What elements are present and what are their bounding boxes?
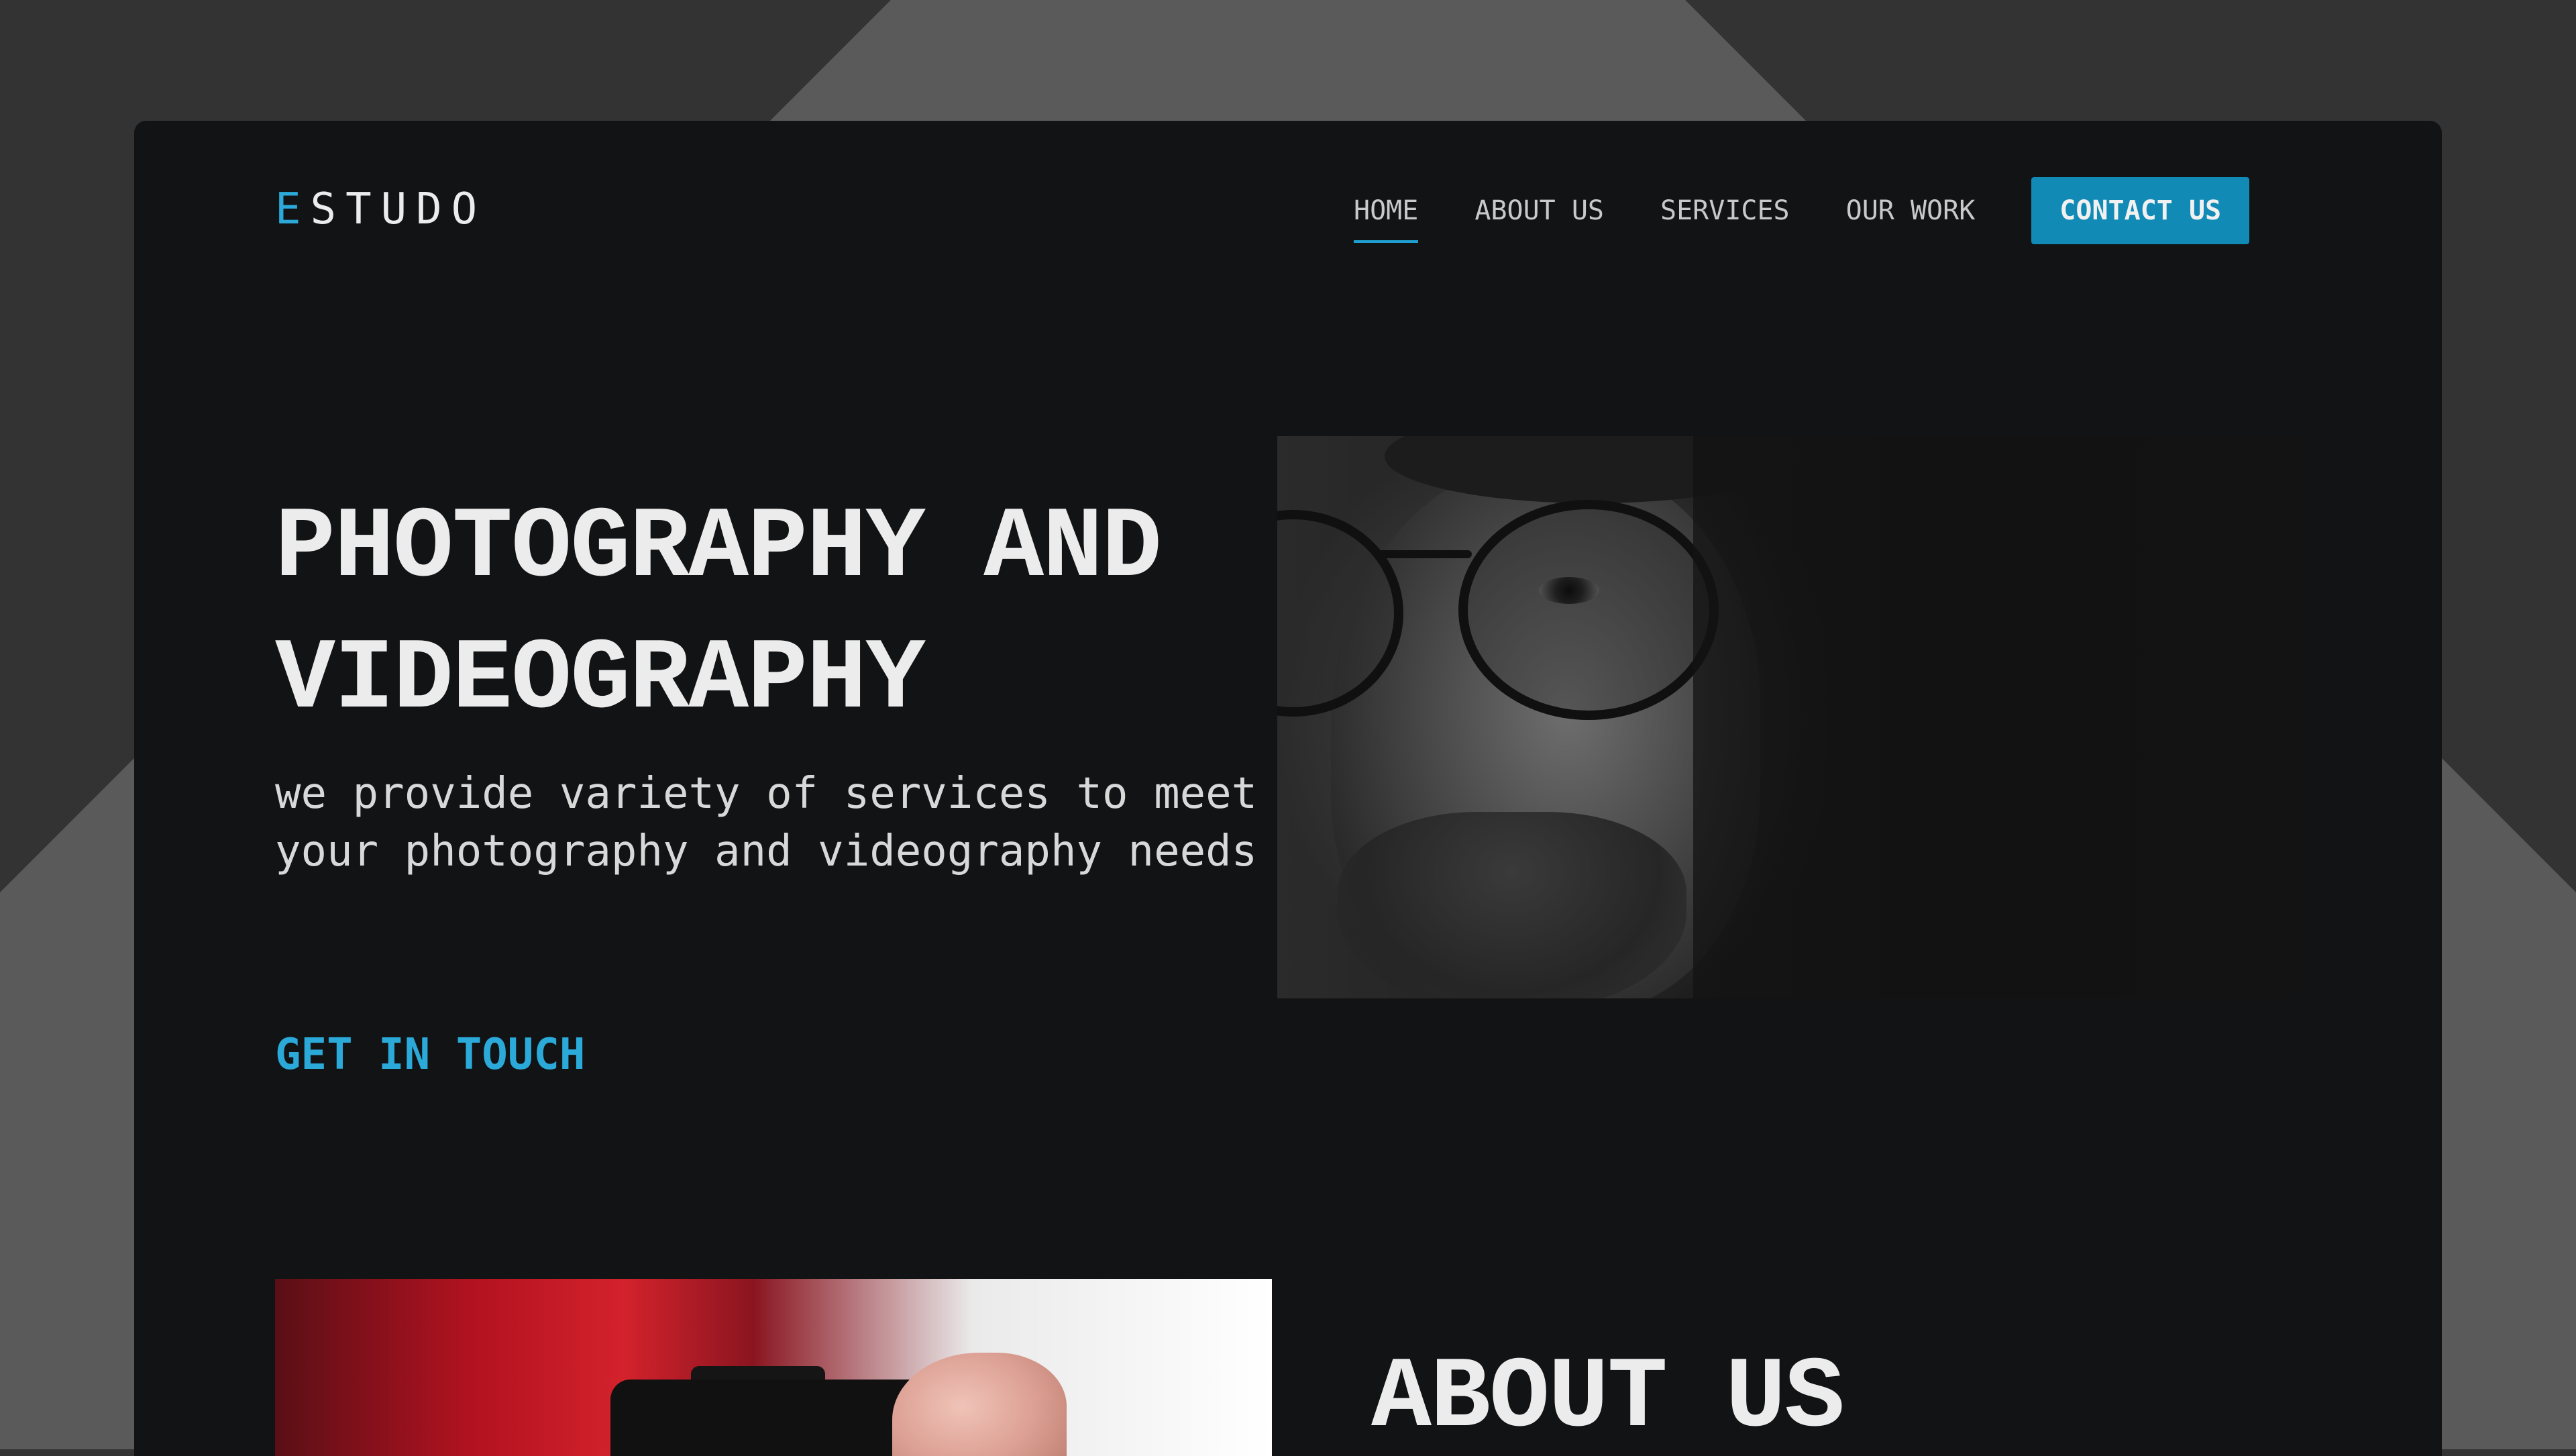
nav-item-about-us[interactable]: ABOUT US (1474, 189, 1604, 232)
nav-item-services[interactable]: SERVICES (1660, 189, 1790, 232)
website-window: ESTUDO HOME ABOUT US SERVICES OUR WORK C… (134, 121, 2442, 1456)
hero-portrait-image (1277, 436, 2302, 998)
logo-text: STUDO (310, 185, 487, 234)
logo-accent-letter: E (275, 185, 311, 234)
background-shape-right (2442, 758, 2576, 1449)
about-title: ABOUT US (1371, 1342, 1845, 1456)
main-nav: HOME ABOUT US SERVICES OUR WORK CONTACT … (1354, 177, 2250, 244)
glasses-right-lens (1458, 500, 1719, 720)
hero-title: PHOTOGRAPHY AND VIDEOGRAPHY (275, 483, 1281, 746)
background-shape-left (0, 758, 134, 1449)
site-logo[interactable]: ESTUDO (275, 188, 486, 231)
hero-subtitle: we provide variety of services to meet y… (275, 765, 1281, 880)
background-shape-top (770, 0, 1806, 121)
hero-subtitle-line-1: we provide variety of services to meet (275, 769, 1258, 819)
portrait-beard (1338, 812, 1686, 998)
portrait-eye (1539, 577, 1599, 604)
get-in-touch-link[interactable]: GET IN TOUCH (275, 1033, 585, 1076)
contact-us-button[interactable]: CONTACT US (2031, 177, 2250, 244)
hero-title-line-2: VIDEOGRAPHY (275, 623, 926, 737)
about-camera-image (275, 1279, 1272, 1456)
portrait-shadow (1693, 436, 2302, 998)
nav-item-our-work[interactable]: OUR WORK (1846, 189, 1976, 232)
hero-title-line-1: PHOTOGRAPHY AND (275, 492, 1162, 606)
glasses-bridge (1378, 550, 1472, 558)
nav-item-home[interactable]: HOME (1354, 189, 1419, 243)
hand (892, 1353, 1067, 1456)
hero-subtitle-line-2: your photography and videography needs (275, 827, 1258, 876)
